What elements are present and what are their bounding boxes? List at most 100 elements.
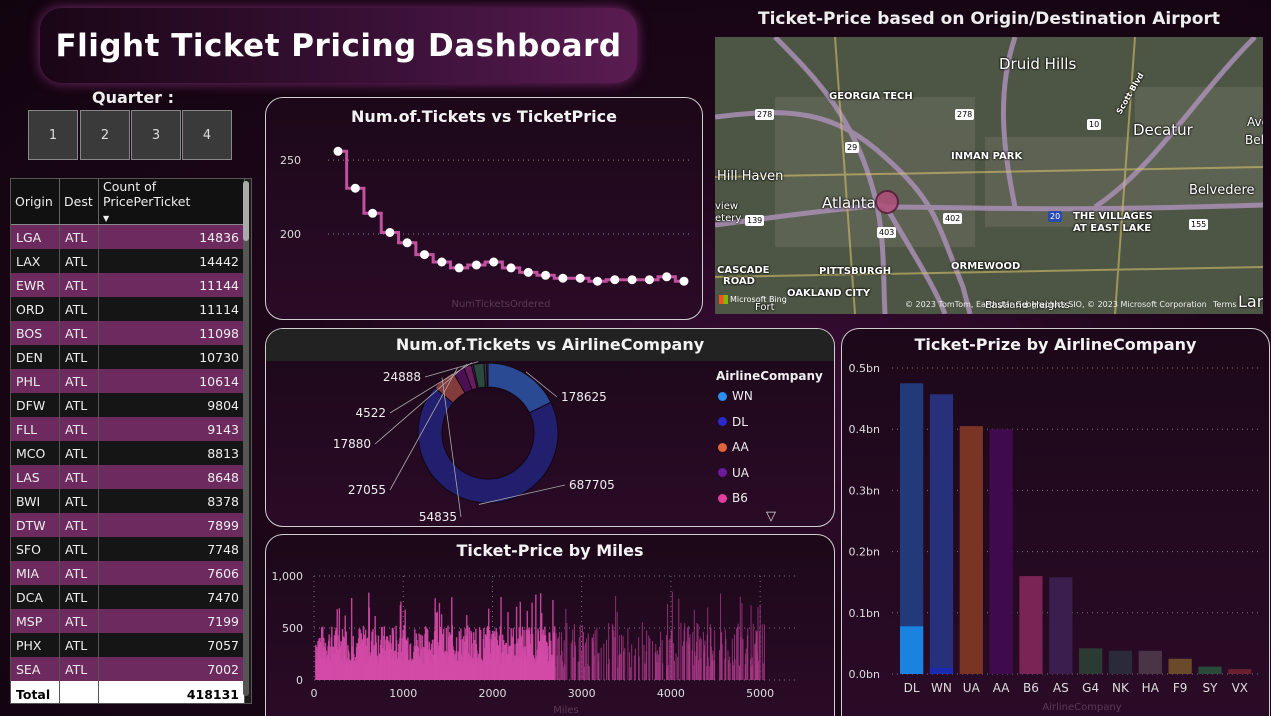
legend-dot-icon (718, 391, 727, 401)
cell-count: 7002 (98, 657, 245, 681)
cell-dest: ATL (59, 537, 99, 561)
x-tick-label: AA (993, 681, 1011, 695)
donut-slice (486, 362, 489, 388)
cell-origin: DEN (11, 345, 60, 369)
legend-scroll-down-icon[interactable]: ▽ (766, 509, 776, 524)
column-header-dest[interactable]: Dest (59, 179, 99, 225)
data-point (541, 270, 551, 280)
slice-label: 54835 (419, 510, 457, 524)
cell-origin: FLL (11, 417, 60, 441)
column-header-origin[interactable]: Origin (11, 179, 60, 225)
bar-sy (1198, 666, 1222, 674)
table-row[interactable]: SEA ATL 7002 (11, 657, 245, 681)
legend-item-ua[interactable]: UA (718, 466, 749, 480)
price-by-airline-chart[interactable]: 0.5bn 0.4bn 0.3bn 0.2bn 0.1bn 0.0bn DL WN UA AA B6… (842, 329, 1270, 716)
cell-dest: ATL (59, 657, 99, 681)
cell-dest: ATL (59, 249, 99, 273)
microsoft-logo-icon (719, 295, 728, 304)
table-row[interactable]: ORD ATL 11114 (11, 297, 245, 321)
table-row[interactable]: EWR ATL 11144 (11, 273, 245, 297)
price-by-miles-card: Ticket-Price by Miles 1,000 500 0 0 1000 2000… (265, 534, 835, 716)
table-row[interactable]: SFO ATL 7748 (11, 537, 245, 561)
donut-legend-title: AirlineCompany (716, 369, 823, 383)
map-label-oakland-city: OAKLAND CITY (787, 288, 871, 299)
scroll-thumb[interactable] (243, 181, 249, 241)
data-point (523, 267, 533, 277)
legend-item-dl[interactable]: DL (718, 415, 748, 429)
legend-item-aa[interactable]: AA (718, 440, 749, 454)
quarter-1-button[interactable]: 1 (28, 110, 78, 160)
x-tick-label: 0 (311, 687, 318, 700)
quarter-label: Quarter : (92, 88, 175, 107)
table-row[interactable]: LGA ATL 14836 (11, 224, 245, 249)
legend-item-b6[interactable]: B6 (718, 491, 748, 505)
table-row[interactable]: DFW ATL 9804 (11, 393, 245, 417)
cell-origin: SFO (11, 537, 60, 561)
column-header-count[interactable]: Count of PricePerTicket ▼ (98, 179, 245, 225)
data-point (679, 276, 689, 286)
data-table: Origin Dest Count of PricePerTicket ▼ LGA… (11, 179, 245, 703)
bar-f9 (1168, 658, 1192, 674)
y-tick-label: 500 (282, 622, 303, 635)
quarter-2-button[interactable]: 2 (80, 110, 130, 160)
x-tick-label: F9 (1173, 681, 1188, 695)
bing-logo-text: Microsoft Bing (730, 295, 787, 304)
data-point (385, 227, 395, 237)
cell-count: 11098 (98, 321, 245, 345)
x-axis-label: AirlineCompany (1042, 702, 1121, 713)
table-row[interactable]: DEN ATL 10730 (11, 345, 245, 369)
map-label-pittsburgh: PITTSBURGH (819, 266, 892, 277)
cell-count: 10614 (98, 369, 245, 393)
table-row[interactable]: LAS ATL 8648 (11, 465, 245, 489)
data-point (454, 263, 464, 273)
bar-ha (1138, 650, 1162, 674)
data-point (506, 263, 516, 273)
cell-dest: ATL (59, 585, 99, 609)
data-point (593, 276, 602, 286)
slice-label: 17880 (333, 437, 371, 451)
table-body: LGA ATL 14836 LAX ATL 14442 EWR ATL 11144 ORD ATL 1… (11, 224, 245, 703)
table-row[interactable]: DTW ATL 7899 (11, 513, 245, 537)
map-view[interactable]: Druid Hills GEORGIA TECH Decatur INMAN P… (715, 37, 1263, 314)
cell-count: 11114 (98, 297, 245, 321)
cell-dest: ATL (59, 345, 99, 369)
cell-origin: BOS (11, 321, 60, 345)
tickets-vs-airline-donut[interactable]: 178625 687705 54835 27055 17880 4522 24888 (266, 329, 835, 527)
table-row[interactable]: BOS ATL 11098 (11, 321, 245, 345)
total-label: Total (11, 681, 60, 703)
table-row[interactable]: PHX ATL 7057 (11, 633, 245, 657)
table-row[interactable]: BWI ATL 8378 (11, 489, 245, 513)
airport-marker[interactable] (875, 190, 899, 214)
legend-item-wn[interactable]: WN (718, 389, 753, 403)
tickets-vs-price-chart[interactable]: 250 200 NumTicketsOrdered (266, 98, 703, 320)
x-axis-label: NumTicketsOrdered (451, 299, 550, 310)
table-row[interactable]: MSP ATL 7199 (11, 609, 245, 633)
legend-dot-icon (718, 468, 727, 477)
table-total-row: Total 418131 (11, 681, 245, 703)
table-row[interactable]: PHL ATL 10614 (11, 369, 245, 393)
map-label-etery: etery (715, 213, 742, 224)
table-row[interactable]: LAX ATL 14442 (11, 249, 245, 273)
slice-label: 27055 (348, 483, 386, 497)
total-value: 418131 (98, 681, 245, 703)
map-terms-link[interactable]: Terms (1213, 300, 1237, 309)
map-label-druid-hills: Druid Hills (999, 55, 1077, 73)
table-row[interactable]: MIA ATL 7606 (11, 561, 245, 585)
slice-label: 4522 (355, 406, 386, 420)
quarter-3-button[interactable]: 3 (131, 110, 181, 160)
table-scrollbar[interactable] (243, 181, 249, 696)
map-label-the-villages: THE VILLAGES (1073, 211, 1153, 222)
price-by-miles-chart[interactable]: 1,00050000 1000 2000 3000 4000 5000Miles (266, 535, 835, 716)
bar-aa (989, 429, 1013, 674)
total-empty (59, 681, 99, 703)
donut-slice (487, 362, 552, 414)
quarter-4-button[interactable]: 4 (182, 110, 232, 160)
cell-dest: ATL (59, 321, 99, 345)
map-label-georgia-tech: GEORGIA TECH (829, 91, 913, 102)
bing-logo: Microsoft Bing (719, 295, 787, 304)
table-row[interactable]: MCO ATL 8813 (11, 441, 245, 465)
table-row[interactable]: FLL ATL 9143 (11, 417, 245, 441)
cell-count: 7470 (98, 585, 245, 609)
cell-dest: ATL (59, 465, 99, 489)
table-row[interactable]: DCA ATL 7470 (11, 585, 245, 609)
